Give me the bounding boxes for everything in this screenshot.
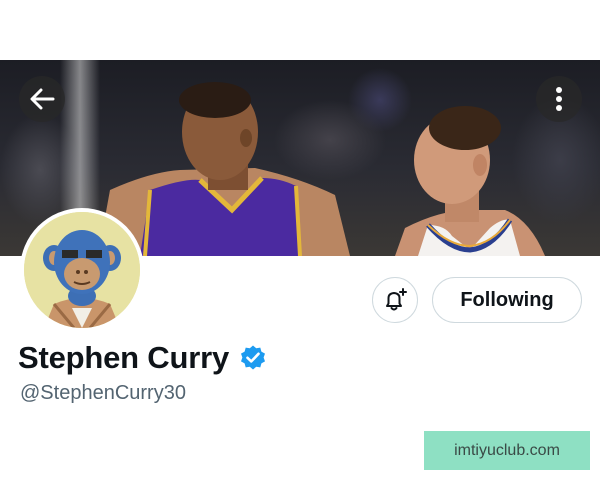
bell-plus-icon <box>386 288 407 311</box>
ape-avatar-icon <box>24 212 140 328</box>
arrow-left-icon <box>30 88 55 110</box>
verified-badge-icon <box>241 345 265 370</box>
display-name: Stephen Curry <box>18 340 229 375</box>
more-options-button[interactable] <box>536 76 582 122</box>
more-vertical-icon <box>556 87 562 111</box>
notifications-button[interactable] <box>372 277 418 323</box>
following-button[interactable]: Following <box>432 277 582 323</box>
avatar-image <box>24 212 140 328</box>
watermark-badge: imtiyuclub.com <box>424 431 590 470</box>
name-row: Stephen Curry <box>18 338 267 378</box>
back-button[interactable] <box>19 76 65 122</box>
profile-avatar[interactable] <box>20 208 144 332</box>
user-handle: @StephenCurry30 <box>20 382 186 404</box>
